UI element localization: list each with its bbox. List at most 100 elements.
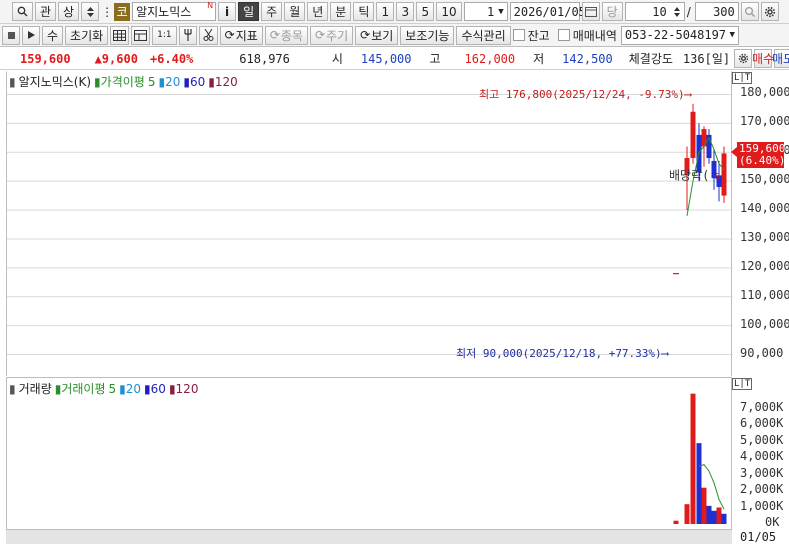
price-tick-label: 150,000	[740, 172, 789, 187]
open-value: 145,000	[360, 51, 412, 66]
chevron-down-icon: ▼	[729, 30, 735, 40]
total-input[interactable]: 300	[694, 2, 739, 21]
buy-button[interactable]: 매수	[752, 49, 774, 68]
formula-manage-button[interactable]: 수식관리	[456, 25, 511, 45]
price-candle	[721, 153, 727, 196]
spin-updown-icon[interactable]	[673, 6, 681, 18]
refresh-icon: ⟳	[360, 28, 371, 42]
volume-ma-label: 거래이평	[61, 382, 106, 396]
volume-tick-label: 1,000K	[740, 498, 784, 513]
fork-icon[interactable]	[178, 25, 197, 45]
gear-icon[interactable]	[734, 49, 753, 68]
volume-bar	[721, 513, 727, 524]
open-label: 시	[331, 52, 343, 66]
scissors-icon[interactable]	[198, 25, 218, 45]
multiplier-1-button[interactable]: 1	[376, 2, 395, 21]
quote-bar: 159,600 ▲9,600 +6.40% 618,976 시 145,000 …	[0, 48, 789, 70]
spin-updown-icon[interactable]	[81, 2, 100, 21]
market-badge: 코	[114, 2, 131, 21]
date-input[interactable]: 2026/01/05	[509, 2, 586, 21]
period-tab-day[interactable]: 일	[238, 2, 260, 21]
price-chart-panel[interactable]: 최고 176,800(2025/12/24, -9.73%)⟶ 최저 90,000…	[6, 71, 733, 377]
main-toolbar: 관 상 ⋮ 코 알지노믹스 N i 일 주 월 년 분 틱 1 3 5 10 1…	[0, 0, 789, 24]
volume-tick-label: 7,000K	[740, 399, 784, 414]
period-tab-week[interactable]: 주	[261, 2, 283, 21]
price-ma120-period: 120	[214, 75, 238, 89]
price-ma-label: 가격이평	[100, 75, 145, 89]
one-to-one-button[interactable]: 1:1	[152, 25, 177, 45]
period-tab-year[interactable]: 년	[307, 2, 329, 21]
upper-limit-button[interactable]: 상	[58, 2, 80, 21]
current-button[interactable]: 당	[601, 2, 623, 21]
info-button[interactable]: i	[218, 2, 237, 21]
volume-chart[interactable]	[7, 378, 733, 530]
stock-name-field[interactable]: 알지노믹스 N	[132, 1, 217, 21]
trades-checkbox[interactable]	[557, 29, 570, 41]
stock-compare-button[interactable]: ⟳ 종목	[264, 25, 308, 45]
multiplier-3-button[interactable]: 3	[396, 2, 415, 21]
price-chart[interactable]: 최고 176,800(2025/12/24, -9.73%)⟶ 최저 90,000…	[7, 72, 733, 377]
price-candle	[690, 111, 696, 159]
dividend-mark: S	[715, 173, 720, 183]
split-layout-icon[interactable]	[131, 25, 151, 45]
interval-select[interactable]: 1 ▼	[463, 2, 508, 21]
gear-icon[interactable]	[760, 2, 779, 21]
volume-tick-label: 2,000K	[740, 482, 784, 496]
price-legend-title: 알지노믹스(K)	[18, 75, 92, 89]
account-value: 053-22-5048197	[624, 28, 727, 42]
price-tick-label: 180,000	[740, 85, 789, 100]
period-tab-minute[interactable]: 분	[330, 2, 352, 21]
period-compare-button[interactable]: ⟳ 주기	[309, 25, 354, 45]
calendar-icon[interactable]	[581, 2, 600, 21]
low-annotation: 최저 90,000(2025/12/18, +77.33%)⟶	[456, 347, 670, 360]
legend-ma120-marker: ▮	[208, 75, 215, 89]
legend-ma60-marker: ▮	[183, 75, 190, 89]
volume-tick-label: 4,000K	[740, 449, 784, 463]
period-tab-month[interactable]: 월	[284, 2, 306, 21]
low-value: 142,500	[562, 51, 613, 66]
multiplier-10-button[interactable]: 10	[436, 2, 462, 21]
volume-lock-button[interactable]: L|T	[732, 378, 753, 390]
scrollbar[interactable]	[6, 529, 732, 544]
volume-bar	[696, 443, 702, 524]
current-price: 159,600	[20, 51, 71, 66]
stock-name: 알지노믹스	[136, 5, 192, 19]
indicator-label: 지표	[235, 28, 258, 43]
grid-layout-icon[interactable]	[110, 25, 130, 45]
count-input[interactable]: 10	[624, 2, 685, 21]
price-change: ▲9,600	[94, 51, 138, 66]
period-tab-tick[interactable]: 틱	[353, 2, 375, 21]
low-label: 저	[533, 52, 545, 66]
stop-icon[interactable]	[2, 25, 20, 45]
high-label: 고	[429, 52, 441, 66]
price-tick-label: 90,000	[740, 345, 784, 360]
watchlist-button[interactable]: 관	[35, 2, 57, 21]
price-tick-label: 100,000	[740, 316, 789, 331]
su-button[interactable]: 수	[42, 25, 64, 45]
price-lock-button[interactable]: L|T	[732, 72, 753, 84]
price-tick-label: 170,000	[740, 114, 789, 129]
zoom-search-icon[interactable]	[740, 2, 759, 21]
reset-button[interactable]: 초기화	[65, 25, 109, 45]
volume-legend: ▮ 거래량 ▮거래이평 5 ▮20 ▮60 ▮120	[9, 380, 201, 397]
volume-tick-label: 5,000K	[740, 432, 784, 447]
play-icon[interactable]	[22, 25, 40, 45]
legend-marker: ▮	[9, 75, 16, 89]
account-select[interactable]: 053-22-5048197 ▼	[620, 25, 739, 45]
balance-label: 잔고	[527, 28, 550, 43]
aux-function-button[interactable]: 보조기능	[400, 25, 455, 45]
sell-button[interactable]: 매도	[772, 49, 789, 68]
indicator-button[interactable]: ⟳ 지표	[219, 25, 263, 45]
view-button[interactable]: ⟳ 보기	[355, 25, 399, 45]
chevron-down-icon: ▼	[498, 6, 504, 17]
volume-chart-panel[interactable]	[6, 377, 732, 529]
price-tick-label: 130,000	[740, 229, 789, 244]
multiplier-5-button[interactable]: 5	[416, 2, 435, 21]
balance-checkbox[interactable]	[512, 29, 525, 41]
price-change-pct: +6.40%	[149, 51, 194, 66]
volume-bar	[701, 487, 707, 524]
search-icon[interactable]	[12, 2, 33, 21]
volume-tick-label: 6,000K	[740, 416, 784, 430]
legend-ma60-marker: ▮	[144, 382, 151, 396]
current-price-flag: 159,600 (6.40%)	[737, 142, 785, 169]
